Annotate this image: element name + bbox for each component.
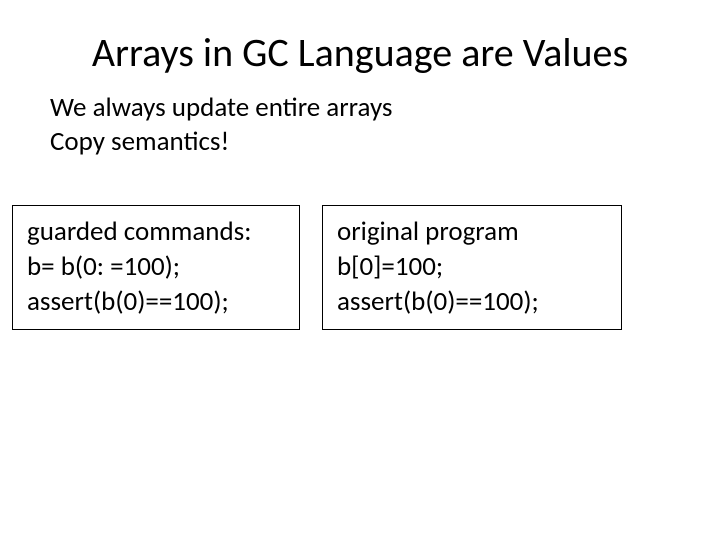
slide-title: Arrays in GC Language are Values [30,28,690,77]
original-program-line-2: assert(b(0)==100); [337,284,607,319]
code-boxes: guarded commands: b= b(0: =100); assert(… [12,205,690,330]
guarded-commands-line-2: assert(b(0)==100); [27,284,285,319]
original-program-box: original program b[0]=100; assert(b(0)==… [322,205,622,330]
slide-subtext: We always update entire arrays Copy sema… [50,91,690,159]
guarded-commands-header: guarded commands: [27,214,285,249]
guarded-commands-box: guarded commands: b= b(0: =100); assert(… [12,205,300,330]
subtext-line-1: We always update entire arrays [50,91,690,125]
original-program-header: original program [337,214,607,249]
slide: Arrays in GC Language are Values We alwa… [0,0,720,540]
original-program-line-1: b[0]=100; [337,249,607,284]
subtext-line-2: Copy semantics! [50,125,690,159]
guarded-commands-line-1: b= b(0: =100); [27,249,285,284]
